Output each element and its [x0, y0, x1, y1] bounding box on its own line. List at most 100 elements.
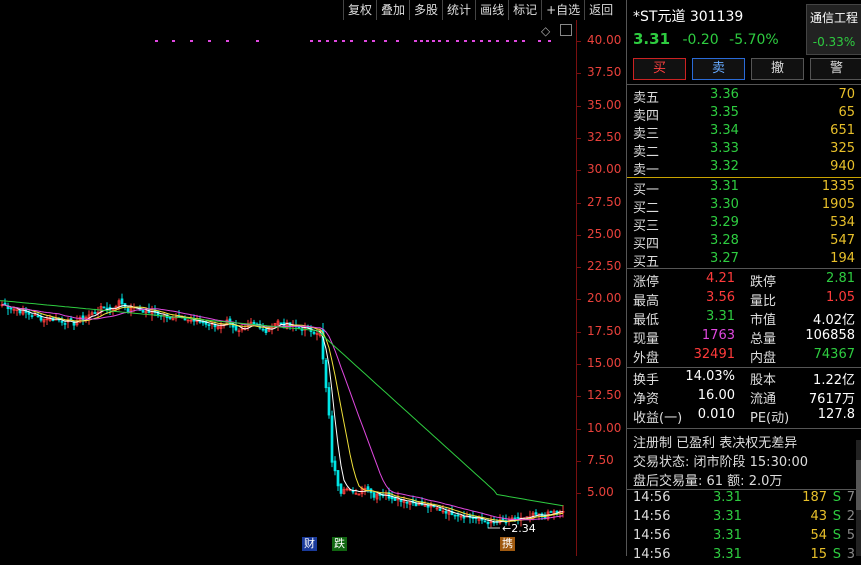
quote-label: 涨停 — [633, 275, 660, 290]
bid-row[interactable]: 买三 3.29 534 — [633, 215, 855, 234]
bid-label: 买一 — [633, 183, 660, 198]
candle-body — [333, 460, 337, 472]
quote-label: 股本 — [750, 373, 777, 388]
toolbar-multi-stock-button[interactable]: 多股 — [409, 0, 442, 20]
bid-row[interactable]: 买一 3.31 1335 — [633, 179, 855, 198]
toolbar-draw-line-button[interactable]: 画线 — [475, 0, 508, 20]
ma20-line — [1, 304, 564, 521]
candle-body — [39, 316, 43, 321]
ask-row[interactable]: 卖四 3.35 65 — [633, 105, 855, 124]
trade-buttons: 买 卖 撤 警 — [633, 58, 861, 80]
alert-button[interactable]: 警 — [810, 58, 861, 80]
cancel-button[interactable]: 撤 — [751, 58, 804, 80]
ask-volume: 651 — [830, 123, 855, 138]
scrollbar-thumb[interactable] — [856, 460, 861, 510]
bid-row[interactable]: 买五 3.27 194 — [633, 251, 855, 270]
tick-scrollbar[interactable] — [856, 440, 861, 556]
ask-label: 卖五 — [633, 91, 660, 106]
tick-price: 3.31 — [713, 509, 742, 524]
ask-price: 3.34 — [710, 123, 739, 138]
ask-label: 卖四 — [633, 109, 660, 124]
candle-body — [534, 512, 538, 515]
candle-body — [102, 306, 106, 309]
candle-body — [456, 514, 460, 517]
ask-price: 3.35 — [710, 105, 739, 120]
y-tick-mark — [576, 137, 581, 139]
candle-body — [9, 307, 13, 310]
toolbar-add-watchlist-button[interactable]: +自选 — [541, 0, 584, 20]
toolbar-overlay-button[interactable]: 叠加 — [376, 0, 409, 20]
ask-row[interactable]: 卖五 3.36 70 — [633, 87, 855, 106]
signal-dot — [420, 40, 423, 42]
candle-body — [207, 324, 211, 326]
quote-value: 3.31 — [706, 309, 735, 324]
quote-row: 最低 3.31 市值 4.02亿 — [633, 309, 855, 328]
tick-volume: 43 — [810, 509, 827, 524]
industry-name: 通信工程 — [809, 11, 858, 25]
quote-label: 市值 — [750, 313, 777, 328]
quote-value: 16.00 — [697, 388, 735, 403]
signal-dot — [372, 40, 375, 42]
event-tag-finance[interactable]: 财 — [302, 537, 317, 551]
divider — [627, 428, 861, 429]
y-tick-label: 5.00 — [587, 485, 614, 500]
tick-side: S — [832, 509, 841, 524]
diamond-icon[interactable]: ◇ — [541, 24, 550, 38]
toolbar-fuquan-button[interactable]: 复权 — [343, 0, 376, 20]
candle-body — [141, 309, 145, 313]
toolbar-back-button[interactable]: 返回 — [584, 0, 617, 20]
y-tick-label: 10.00 — [587, 420, 622, 435]
chart-scroll-box[interactable] — [560, 24, 572, 36]
y-tick-mark — [576, 364, 581, 365]
kline-chart[interactable]: 复权 叠加 多股 统计 画线 标记 +自选 返回 ◇ 40.00 37.50 35.… — [0, 0, 626, 556]
ask-row[interactable]: 卖二 3.33 325 — [633, 141, 855, 160]
bid-label: 买二 — [633, 201, 660, 216]
signal-dot — [464, 40, 467, 42]
candle-body — [279, 322, 283, 325]
event-tag-other[interactable]: 携 — [500, 537, 515, 551]
quote-label: 总量 — [750, 332, 777, 347]
y-tick-mark — [576, 234, 581, 236]
price-row: 3.31 -0.20 -5.70% — [633, 30, 785, 48]
tick-count: 3 — [846, 547, 855, 562]
kline-svg[interactable] — [0, 0, 626, 556]
quote-row: 换手 14.03% 股本 1.22亿 — [633, 369, 855, 388]
bid-row[interactable]: 买四 3.28 547 — [633, 233, 855, 252]
quote-label: 收益(一) — [633, 411, 683, 426]
y-tick-mark — [576, 267, 581, 269]
quote-label: 跌停 — [750, 275, 777, 290]
ask-price: 3.32 — [710, 159, 739, 174]
ask-row[interactable]: 卖一 3.32 940 — [633, 159, 855, 178]
quote-value: 0.010 — [697, 407, 735, 422]
y-tick-mark — [576, 460, 581, 462]
toolbar-mark-button[interactable]: 标记 — [508, 0, 541, 20]
industry-box[interactable]: 通信工程 -0.33% — [806, 4, 861, 55]
chart-toolbar: 复权 叠加 多股 统计 画线 标记 +自选 返回 — [343, 0, 617, 20]
quote-value: 32491 — [693, 347, 735, 362]
candle-body — [549, 511, 553, 513]
candle-body — [339, 483, 343, 494]
y-tick-mark — [576, 331, 581, 333]
signal-dot — [414, 40, 417, 42]
candle-body — [63, 323, 67, 325]
signal-dot — [548, 40, 551, 42]
candle-body — [486, 521, 490, 525]
event-tag-drop[interactable]: 跌 — [332, 537, 347, 551]
bid-label: 买四 — [633, 237, 660, 252]
bid-row[interactable]: 买二 3.30 1905 — [633, 197, 855, 216]
buy-button[interactable]: 买 — [633, 58, 686, 80]
sell-button[interactable]: 卖 — [692, 58, 745, 80]
quote-value: 4.02亿 — [813, 313, 855, 328]
bid-volume: 534 — [830, 215, 855, 230]
signal-dot — [396, 40, 399, 42]
toolbar-stats-button[interactable]: 统计 — [442, 0, 475, 20]
tick-volume: 15 — [810, 547, 827, 562]
ask-row[interactable]: 卖三 3.34 651 — [633, 123, 855, 142]
ma10-line — [1, 304, 564, 522]
signal-dot — [480, 40, 483, 42]
tick-time: 14:56 — [633, 547, 671, 562]
tick-count: 7 — [846, 490, 855, 505]
y-tick-label: 22.50 — [587, 259, 622, 274]
y-tick-label: 25.00 — [587, 226, 622, 241]
candle-body — [93, 312, 97, 314]
